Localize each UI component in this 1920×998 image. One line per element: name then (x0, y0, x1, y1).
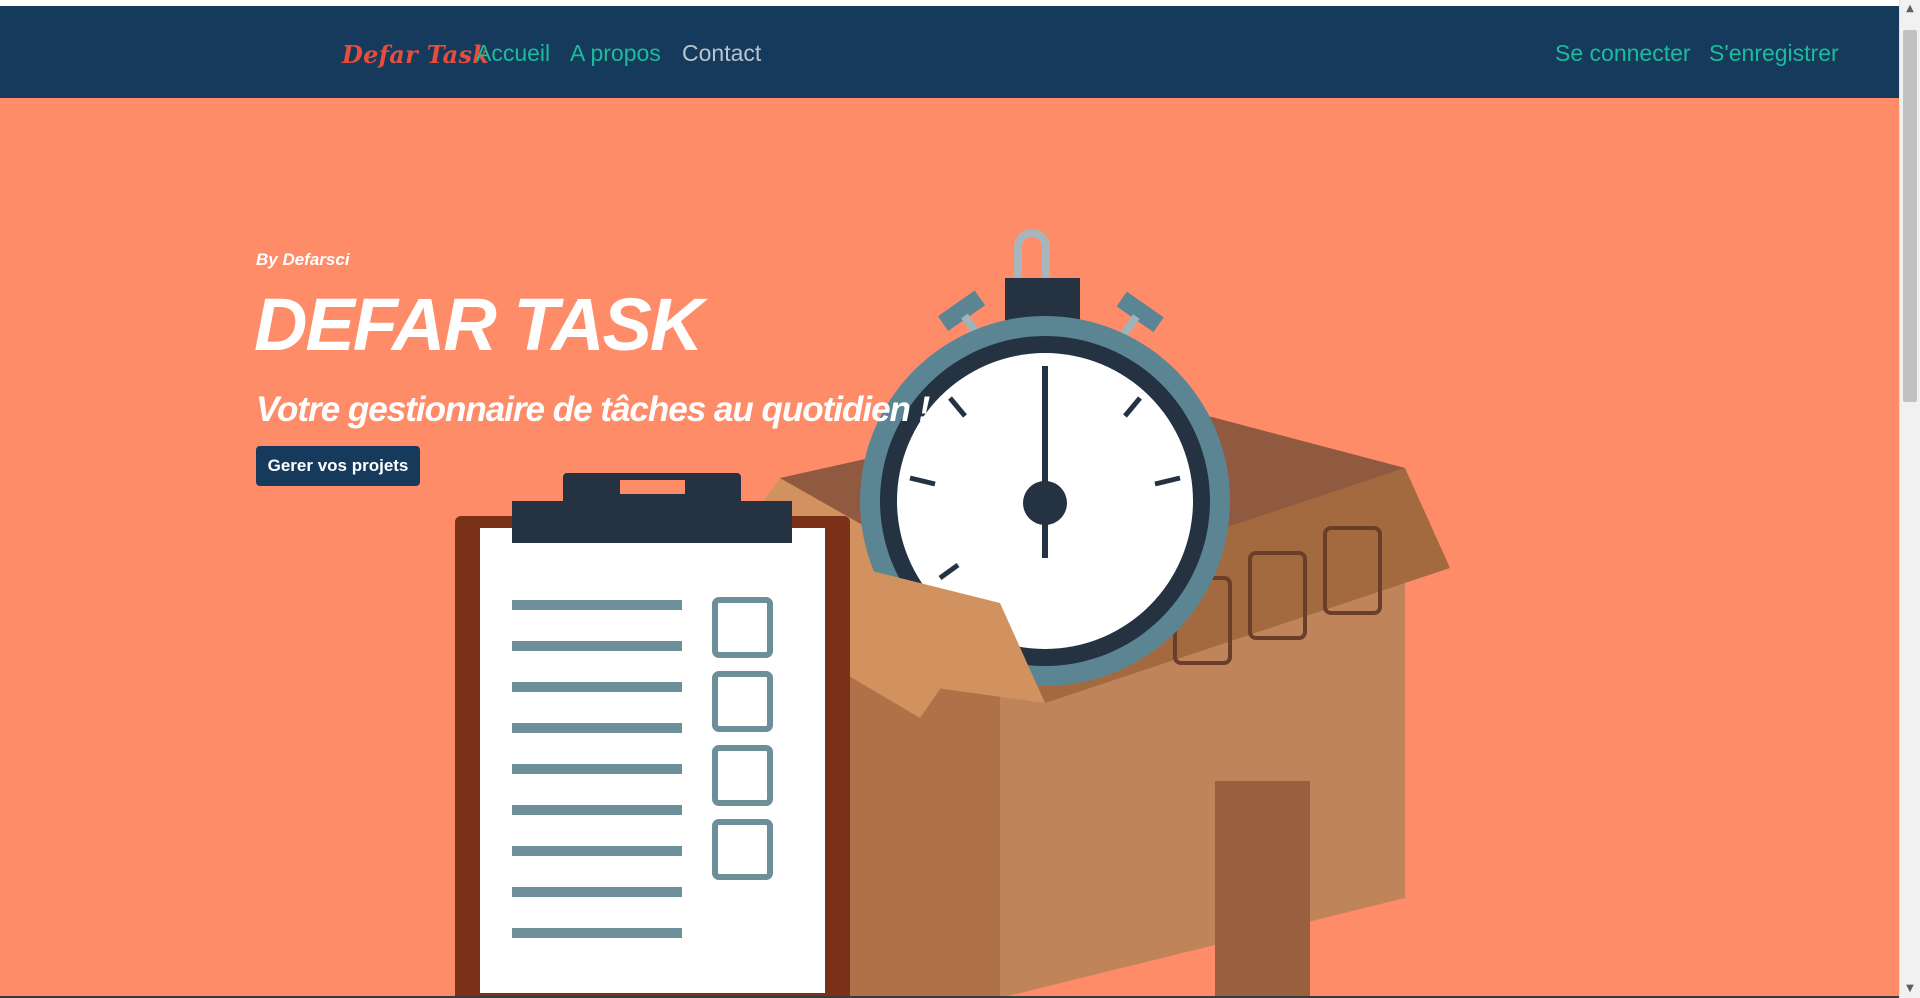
scroll-thumb[interactable] (1903, 30, 1917, 402)
nav-link-a-propos[interactable]: A propos (570, 40, 661, 67)
scroll-up-icon[interactable]: ▲ (1900, 0, 1920, 18)
navbar: Defar Task Accueil A propos Contact Se c… (0, 6, 1900, 98)
register-link[interactable]: S'enregistrer (1709, 40, 1839, 67)
hero-byline: By Defarsci (256, 250, 350, 269)
login-link[interactable]: Se connecter (1555, 40, 1691, 67)
hero-section: By Defarsci DEFAR TASK Votre gestionnair… (0, 98, 1900, 998)
nav-link-accueil[interactable]: Accueil (476, 40, 550, 67)
scroll-down-icon[interactable]: ▼ (1900, 980, 1920, 998)
hero-subtitle: Votre gestionnaire de tâches au quotidie… (256, 390, 930, 429)
hero-illustration (455, 229, 1450, 998)
nav-link-contact[interactable]: Contact (682, 40, 761, 67)
vertical-scrollbar[interactable]: ▲ ▼ (1899, 0, 1920, 998)
brand-logo[interactable]: Defar Task (342, 40, 489, 69)
manage-projects-button[interactable]: Gerer vos projets (256, 446, 420, 486)
clipboard-checklist-icon (455, 473, 850, 998)
hero-title: DEFAR TASK (254, 283, 703, 366)
